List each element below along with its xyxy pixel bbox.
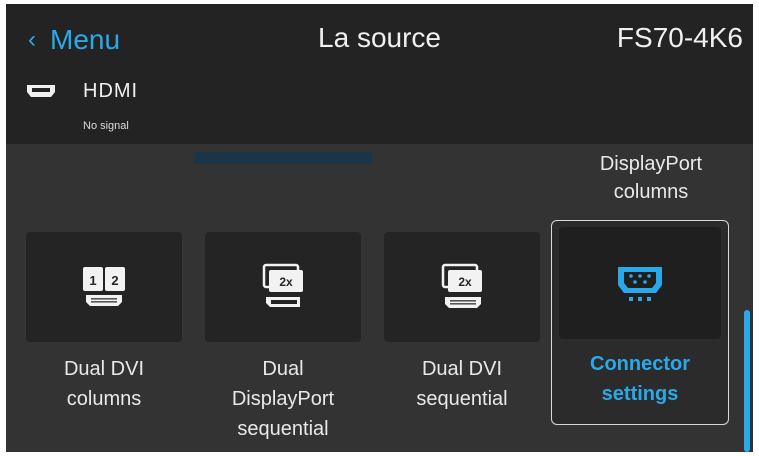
header: ‹ Menu La source FS70-4K6 HDMI No signal bbox=[6, 4, 753, 144]
dual-dvi-sequential-icon: 2x bbox=[441, 263, 482, 308]
dual-dvi-columns-icon: 1 2 bbox=[83, 267, 125, 306]
scrollbar[interactable] bbox=[744, 310, 750, 452]
device-name: FS70-4K6 bbox=[616, 22, 743, 53]
source-name: HDMI bbox=[83, 80, 139, 102]
hdmi-port-icon bbox=[27, 85, 55, 97]
tile-dual-dvi-sequential-label: Dual DVI sequential bbox=[416, 358, 508, 410]
tile-connector-settings[interactable]: Connector settings bbox=[551, 220, 729, 425]
connector-settings-icon bbox=[618, 267, 662, 301]
previous-tile-label[interactable]: DisplayPort columns bbox=[566, 150, 736, 206]
svg-text:2x: 2x bbox=[458, 275, 472, 289]
tile-dual-dvi-sequential[interactable]: 2x bbox=[384, 232, 540, 342]
dual-displayport-sequential-icon: 2x bbox=[262, 263, 303, 307]
source-status: No signal bbox=[83, 120, 129, 132]
tile-dual-dvi-columns-label: Dual DVI columns bbox=[63, 358, 145, 410]
tile-dual-dvi-columns[interactable]: 1 2 bbox=[26, 232, 182, 342]
svg-text:1: 1 bbox=[89, 273, 96, 288]
previous-tile-edge[interactable] bbox=[194, 152, 372, 164]
svg-text:2x: 2x bbox=[279, 275, 293, 289]
connector-settings-tile-face bbox=[559, 227, 721, 339]
svg-text:2: 2 bbox=[111, 273, 118, 288]
tile-dual-displayport-sequential-label: Dual DisplayPort sequential bbox=[231, 358, 335, 440]
tile-dual-displayport-sequential[interactable]: 2x bbox=[205, 232, 361, 342]
screen: ‹ Menu La source FS70-4K6 HDMI No signal… bbox=[6, 4, 753, 452]
tile-connector-settings-label: Connector settings bbox=[590, 353, 690, 405]
